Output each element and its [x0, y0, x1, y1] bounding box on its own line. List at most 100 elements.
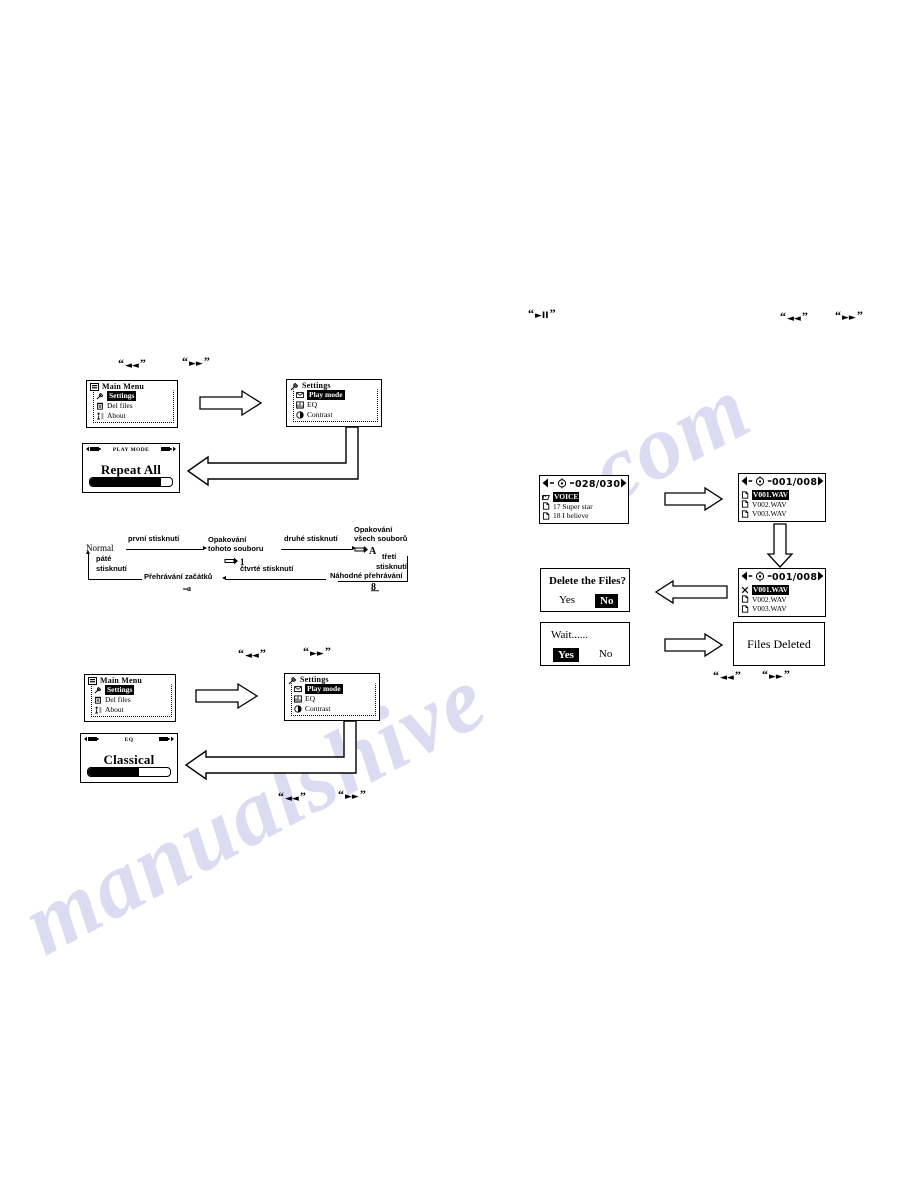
menu-item-contrast[interactable]: Contrast [295, 410, 375, 420]
screen-browse[interactable]: 028/030 VOICE 17 Super star 18 I believe [539, 475, 629, 524]
menu-list: Settings Del files About [93, 390, 174, 423]
screen-file-list-marked[interactable]: 001/008 V001.WAV V002.WAV V003.WAV [738, 568, 826, 617]
list-item[interactable]: 17 Super star [542, 502, 626, 512]
menu-item-label: EQ [307, 400, 317, 409]
menu-item-settings[interactable]: Settings [93, 685, 169, 695]
rewind-icon: ◄◄ [787, 313, 801, 324]
screen-playmode-result[interactable]: PLAY MODE Repeat All [82, 443, 180, 493]
trash-icon [96, 402, 104, 410]
list-item[interactable]: V003.WAV [741, 604, 823, 614]
menu-item-settings[interactable]: Settings [95, 391, 171, 401]
file-list: V001.WAV V002.WAV V003.WAV [739, 490, 825, 519]
flow-label-fifth-press-line2: stisknutí [96, 564, 127, 573]
menu-item-label: Settings [105, 685, 135, 695]
left-triangle-icon[interactable] [741, 476, 748, 489]
menu-item-contrast[interactable]: Contrast [293, 704, 373, 714]
playmode-icon [296, 391, 304, 399]
yes-button[interactable]: Yes [557, 594, 577, 608]
screen-main-menu-2[interactable]: Main Menu Settings Del files About [84, 674, 176, 722]
flow-node-repeat-all-line1: Opakování [354, 525, 393, 534]
screen-settings-1[interactable]: Settings Play mode EQ Contrast [286, 379, 382, 427]
svg-text:A: A [369, 546, 377, 556]
menu-item-about[interactable]: About [95, 411, 171, 421]
list-item[interactable]: V001.WAV [741, 490, 823, 500]
progress-bar[interactable] [87, 767, 171, 777]
contrast-icon [296, 411, 304, 419]
screen-settings-2[interactable]: Settings Play mode EQ Contrast [284, 673, 380, 721]
file-icon [741, 510, 749, 518]
list-item-label: V002.WAV [752, 594, 787, 604]
list-item[interactable]: VOICE [542, 492, 626, 502]
list-item-label: V003.WAV [752, 509, 787, 518]
left-triangle-icon[interactable] [741, 571, 748, 584]
confirm-question: Delete the Files? [549, 575, 626, 587]
arrow-right-4 [664, 632, 724, 658]
list-item-label: V002.WAV [752, 499, 787, 509]
right-triangle-icon[interactable] [817, 476, 824, 489]
menu-item-del-files[interactable]: Del files [93, 695, 169, 705]
list-item-label: V001.WAV [752, 490, 790, 500]
file-icon [542, 502, 550, 510]
trash-icon [94, 696, 102, 704]
battery-icon [160, 446, 176, 454]
menu-list: Play mode EQ Contrast [291, 683, 376, 716]
caption-next-button-1: “ ►► ” [182, 355, 210, 370]
playmode-value: Repeat All [100, 462, 162, 477]
no-button[interactable]: No [597, 648, 614, 662]
screen-main-menu-1[interactable]: Main Menu Settings Del files About [86, 380, 178, 428]
menu-item-label: Play mode [307, 390, 345, 400]
screen-header: PLAY MODE [83, 444, 179, 454]
right-triangle-icon[interactable] [817, 571, 824, 584]
quote-open: “ [762, 667, 768, 681]
menu-item-about[interactable]: About [93, 705, 169, 715]
menu-item-play-mode[interactable]: Play mode [295, 390, 375, 400]
flow-node-repeat-one-line1: Opakování [208, 535, 247, 544]
screen-file-list[interactable]: 001/008 V001.WAV V002.WAV V003.WAV [738, 473, 826, 522]
fastforward-icon: ►► [842, 312, 856, 323]
screen-delete-wait[interactable]: Wait...... Yes No [540, 622, 630, 666]
menu-item-eq[interactable]: EQ [293, 694, 373, 704]
menu-item-eq[interactable]: EQ [295, 400, 375, 410]
list-item[interactable]: V002.WAV [741, 595, 823, 605]
flow-label-fourth-press: čtvrté stisknutí [240, 564, 294, 573]
flow-label-second-press: druhé stisknutí [284, 534, 338, 543]
playmode-icon [294, 685, 302, 693]
screen-files-deleted[interactable]: Files Deleted [733, 622, 825, 666]
caption-next-button-5: “ ►► ” [762, 667, 790, 683]
screen-delete-confirm[interactable]: Delete the Files? Yes No [540, 568, 630, 612]
quote-close: ” [856, 308, 863, 322]
quote-open: “ [238, 646, 244, 660]
menu-item-label: About [105, 705, 124, 714]
prev-battery-icon [86, 446, 102, 454]
list-item-label: 18 I believe [553, 511, 589, 520]
list-item[interactable]: 18 I believe [542, 511, 626, 521]
arrow-right-2 [195, 682, 259, 710]
flow-label-first-press: první stisknutí [128, 534, 180, 543]
menu-item-del-files[interactable]: Del files [95, 401, 171, 411]
menu-item-label: Play mode [305, 684, 343, 694]
right-triangle-icon[interactable] [620, 478, 627, 491]
flow-arrowhead [222, 576, 226, 581]
list-item[interactable]: V001.WAV [741, 585, 823, 595]
quote-close: ” [783, 667, 790, 681]
caption-prev-button-1: “ ◄◄ ” [118, 357, 146, 372]
list-item[interactable]: V003.WAV [741, 509, 823, 519]
files-deleted-message: Files Deleted [747, 636, 811, 651]
no-button[interactable]: No [595, 594, 619, 608]
yes-button[interactable]: Yes [553, 648, 579, 662]
progress-bar[interactable] [89, 477, 173, 487]
info-icon [96, 412, 104, 420]
intro-symbol-icon: a [182, 581, 196, 595]
flow-line [226, 579, 326, 581]
screen-eq-result[interactable]: EQ Classical [80, 733, 178, 783]
menu-item-play-mode[interactable]: Play mode [293, 684, 373, 694]
list-item[interactable]: V002.WAV [741, 500, 823, 510]
quote-close: ” [359, 787, 366, 801]
browse-list: VOICE 17 Super star 18 I believe [540, 492, 628, 521]
flow-label-third-press-line2: stisknutí [376, 562, 407, 571]
quote-open: “ [338, 787, 344, 801]
left-triangle-icon[interactable] [542, 478, 549, 491]
caption-playpause-button: “ ►II ” [528, 307, 556, 322]
progress-bar-fill [88, 768, 139, 776]
repeat-all-symbol-icon: A [354, 544, 380, 558]
